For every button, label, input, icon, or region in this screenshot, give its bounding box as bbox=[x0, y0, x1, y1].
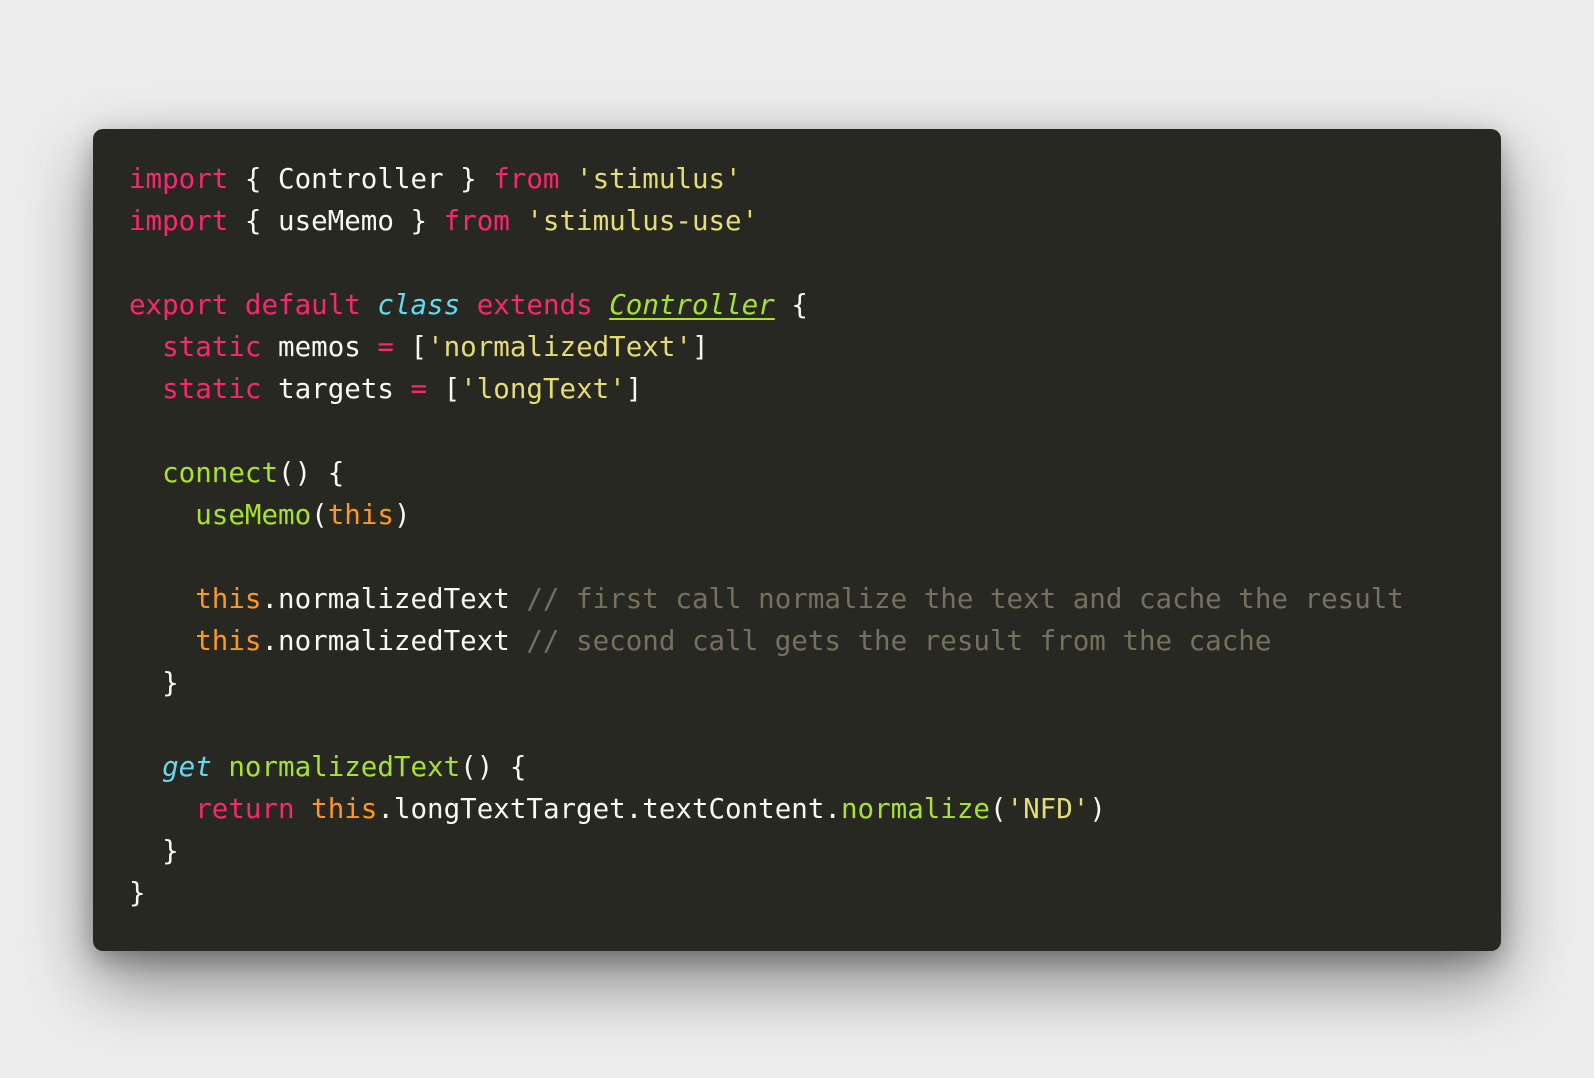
code-token-plain: { useMemo } bbox=[228, 205, 444, 237]
code-line: import { Controller } from 'stimulus' bbox=[129, 158, 1404, 200]
code-token-keyword: extends bbox=[476, 289, 593, 321]
code-token-plain: memos bbox=[261, 331, 378, 363]
code-token-this: this bbox=[195, 583, 262, 615]
code-block: import { Controller } from 'stimulus' imp… bbox=[129, 158, 1404, 914]
code-token-plain: ] bbox=[625, 373, 643, 405]
code-token-storage-type: get bbox=[162, 751, 212, 783]
code-token-string: 'stimulus-use' bbox=[526, 205, 759, 237]
code-token-keyword: from bbox=[443, 205, 510, 237]
code-token-this: this bbox=[195, 625, 262, 657]
code-line: } bbox=[129, 662, 1404, 704]
code-token-plain: .normalizedText bbox=[261, 583, 527, 615]
code-line: static memos = ['normalizedText'] bbox=[129, 326, 1404, 368]
code-token-keyword: static bbox=[162, 331, 262, 363]
code-token-plain: } bbox=[129, 835, 179, 867]
code-token-plain: [ bbox=[427, 373, 461, 405]
code-token-keyword: export bbox=[129, 289, 229, 321]
code-token-keyword: = bbox=[377, 331, 394, 363]
code-token-this: this bbox=[327, 499, 394, 531]
code-token-string: 'NFD' bbox=[1006, 793, 1090, 825]
code-token-plain: .longTextTarget.textContent. bbox=[377, 793, 841, 825]
code-token-function: Controller bbox=[609, 289, 775, 321]
code-token-plain: ( bbox=[311, 499, 328, 531]
code-line: this.normalizedText // second call gets … bbox=[129, 620, 1404, 662]
code-token-function: normalizedText bbox=[228, 751, 461, 783]
code-token-function: normalize bbox=[840, 793, 990, 825]
code-line: import { useMemo } from 'stimulus-use' bbox=[129, 200, 1404, 242]
code-token-plain: ) bbox=[393, 499, 411, 531]
code-token-this: this bbox=[311, 793, 378, 825]
code-token-plain: () { bbox=[460, 751, 527, 783]
code-token-string: 'normalizedText' bbox=[427, 331, 692, 363]
code-token-plain: () { bbox=[278, 457, 345, 489]
code-line: connect() { bbox=[129, 452, 1404, 494]
code-token-keyword: static bbox=[162, 373, 262, 405]
code-line: export default class extends Controller … bbox=[129, 284, 1404, 326]
code-token-plain: ] bbox=[691, 331, 709, 363]
code-token-plain: } bbox=[129, 667, 179, 699]
code-line: return this.longTextTarget.textContent.n… bbox=[129, 788, 1404, 830]
code-token-comment: // first call normalize the text and cac… bbox=[526, 583, 1404, 615]
code-token-plain: ) bbox=[1089, 793, 1106, 825]
code-token-keyword: default bbox=[244, 289, 361, 321]
code-token-comment: // second call gets the result from the … bbox=[526, 625, 1272, 657]
code-line: } bbox=[129, 872, 1404, 914]
code-token-keyword: from bbox=[493, 163, 560, 195]
code-token-plain: .normalizedText bbox=[261, 625, 527, 657]
code-line: static targets = ['longText'] bbox=[129, 368, 1404, 410]
code-token-keyword: return bbox=[195, 793, 295, 825]
code-line: } bbox=[129, 830, 1404, 872]
code-token-function: connect bbox=[162, 457, 279, 489]
code-line: get normalizedText() { bbox=[129, 746, 1404, 788]
code-token-storage-type: class bbox=[377, 289, 461, 321]
code-token-plain: { bbox=[774, 289, 808, 321]
code-snippet-window: import { Controller } from 'stimulus' imp… bbox=[93, 129, 1501, 951]
code-token-keyword: import bbox=[129, 205, 229, 237]
code-token-string: 'stimulus' bbox=[576, 163, 742, 195]
code-line: this.normalizedText // first call normal… bbox=[129, 578, 1404, 620]
code-token-keyword: = bbox=[410, 373, 428, 405]
code-token-function: useMemo bbox=[195, 499, 312, 531]
code-token-plain: { Controller } bbox=[228, 163, 494, 195]
code-token-string: 'longText' bbox=[460, 373, 626, 405]
code-token-plain: [ bbox=[393, 331, 428, 363]
code-line: useMemo(this) bbox=[129, 494, 1404, 536]
code-token-plain: ( bbox=[989, 793, 1007, 825]
code-token-keyword: import bbox=[129, 163, 229, 195]
code-token-plain: } bbox=[129, 877, 146, 909]
code-token-plain: targets bbox=[261, 373, 411, 405]
